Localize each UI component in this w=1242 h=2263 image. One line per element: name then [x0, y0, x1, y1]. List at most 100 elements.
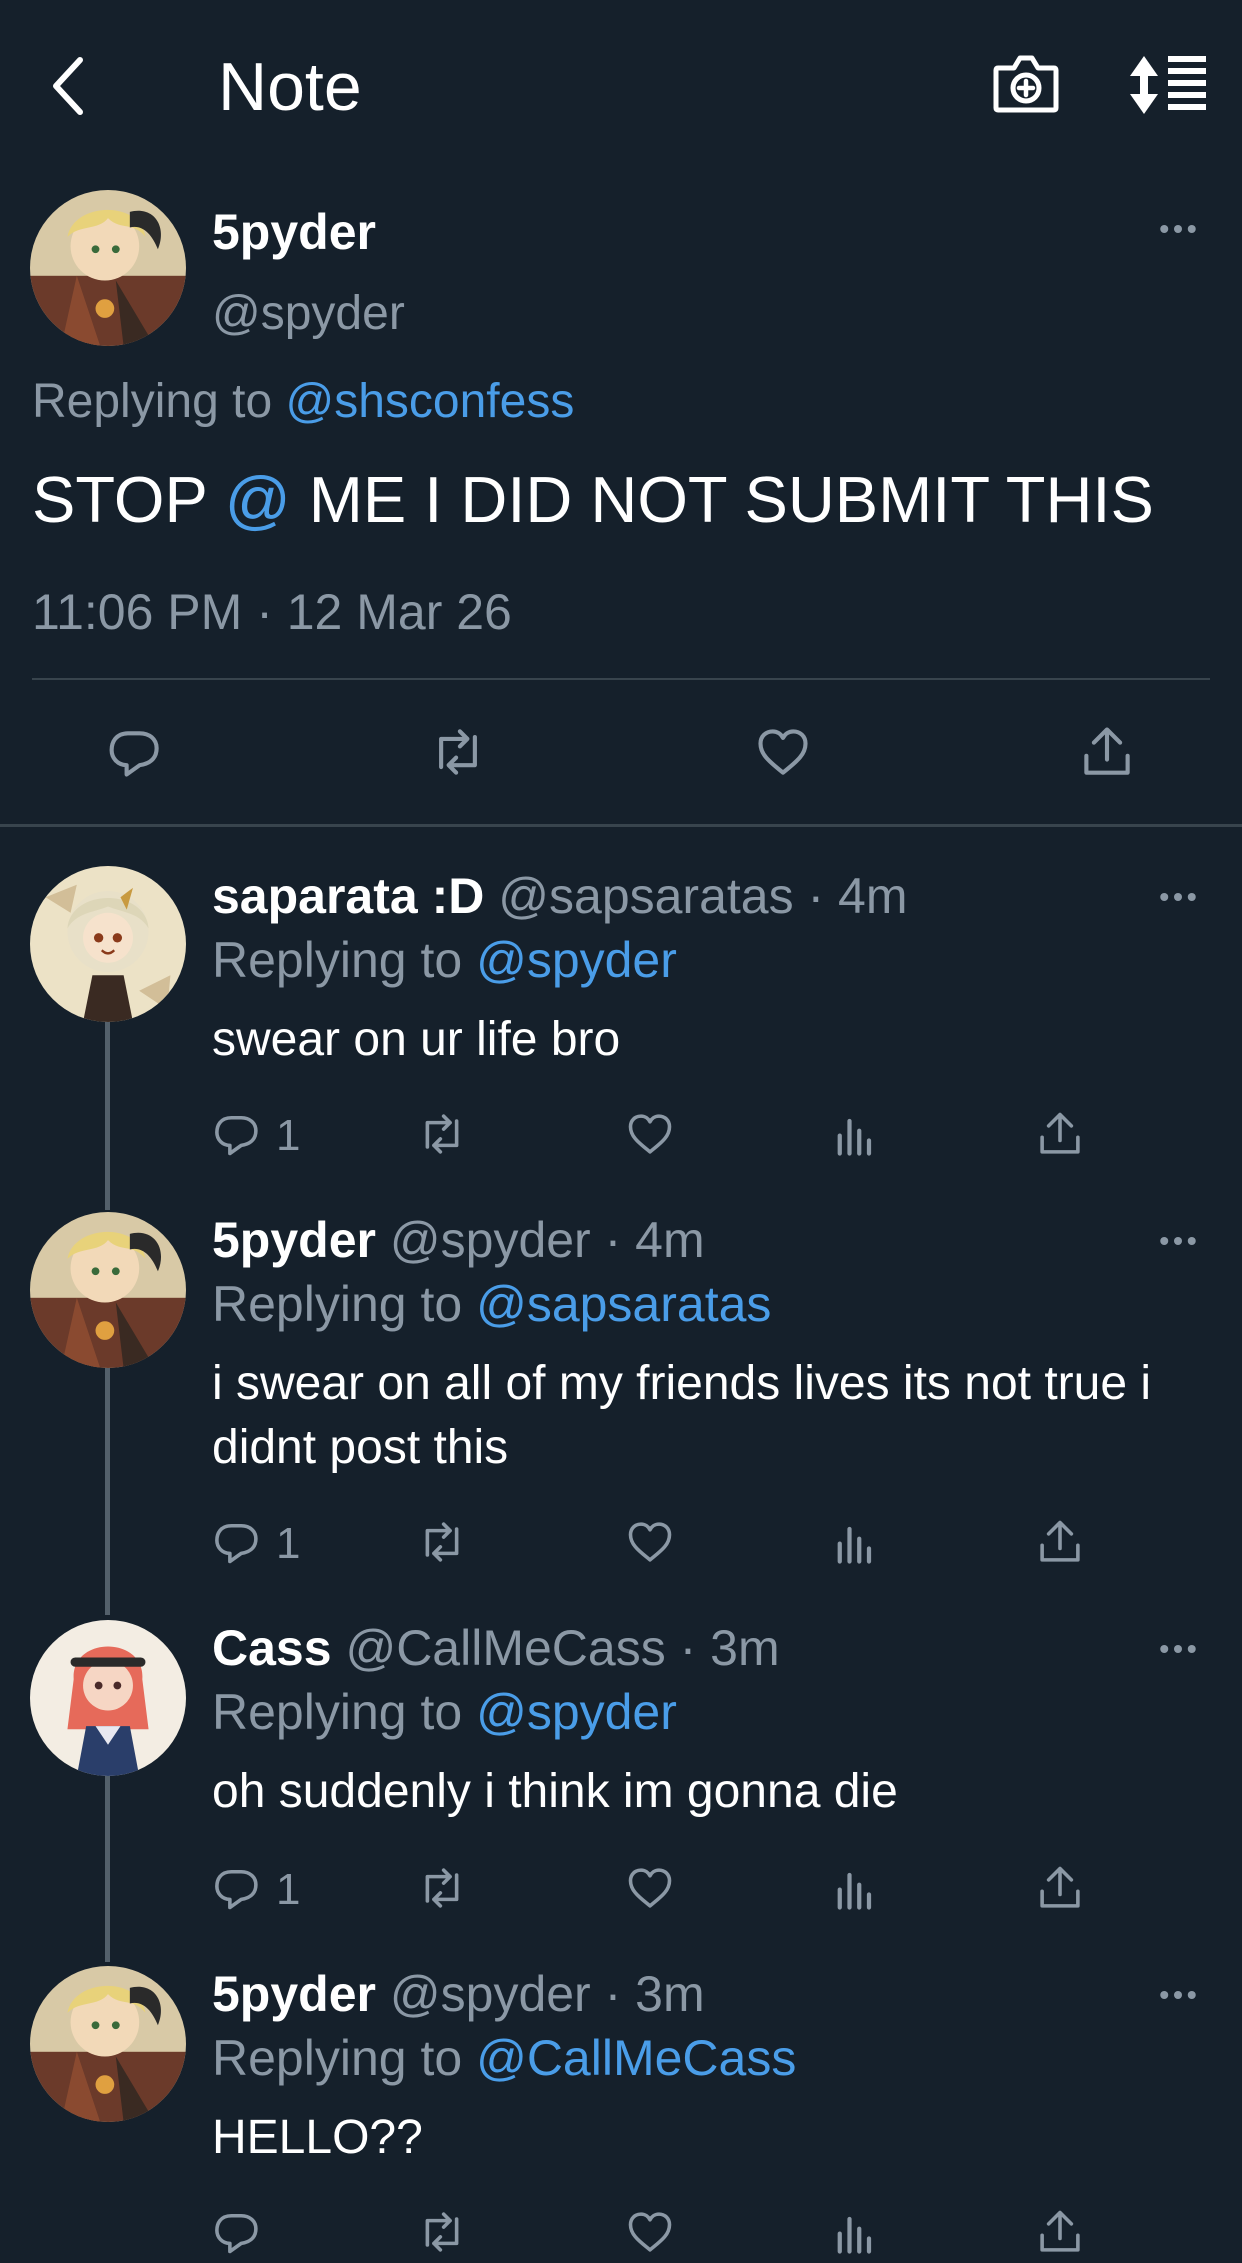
replying-to: Replying to @spyder: [212, 928, 677, 992]
more-options-button[interactable]: [1158, 222, 1198, 250]
retweet-icon: [425, 1522, 459, 1562]
retweet-button[interactable]: [416, 1516, 472, 1572]
reply-icon: [106, 722, 166, 782]
author-name[interactable]: 5pyder: [212, 1212, 376, 1268]
tweet-text-part: ME I DID NOT SUBMIT THIS: [308, 463, 1154, 536]
retweet-icon: [425, 1114, 459, 1154]
reply-button[interactable]: [212, 1108, 268, 1164]
reply-text: swear on ur life bro: [212, 1013, 621, 1066]
reply-icon: [215, 1523, 258, 1564]
reply-count: 1: [276, 1865, 301, 1914]
reply-count: 1: [276, 1111, 301, 1160]
like-button[interactable]: [624, 1862, 680, 1918]
heart-icon: [628, 2212, 672, 2252]
reply-header: 5pyder @spyder · 4m: [212, 1208, 705, 1272]
retweet-button[interactable]: [416, 1862, 472, 1918]
author-name[interactable]: saparata :D: [212, 868, 484, 924]
share-button[interactable]: [1077, 722, 1137, 782]
replying-to: Replying to @sapsaratas: [212, 1272, 771, 1336]
replying-to-link[interactable]: @spyder: [476, 1684, 677, 1740]
share-button[interactable]: [1034, 1862, 1090, 1918]
replying-to-link[interactable]: @CallMeCass: [476, 2030, 796, 2086]
more-options-button[interactable]: [1158, 1234, 1198, 1262]
author-name[interactable]: Cass: [212, 1620, 332, 1676]
tweet-text-part: STOP: [32, 463, 207, 536]
share-icon: [1077, 722, 1137, 782]
stats-icon: [830, 2206, 882, 2258]
more-options-button[interactable]: [1158, 890, 1198, 918]
like-button[interactable]: [624, 1516, 680, 1572]
author-handle[interactable]: @spyder: [390, 1966, 591, 2022]
chevron-left-icon: [53, 57, 83, 115]
like-button[interactable]: [624, 1108, 680, 1164]
reply-button[interactable]: [212, 1516, 268, 1572]
replying-to-link[interactable]: @spyder: [476, 932, 677, 988]
stats-icon: [830, 1108, 882, 1160]
reply-time: · 3m: [604, 1966, 705, 2022]
author-handle[interactable]: @spyder: [390, 1212, 591, 1268]
share-button[interactable]: [1034, 1108, 1090, 1164]
reply-text: oh suddenly i think im gonna die: [212, 1765, 898, 1818]
heart-icon: [628, 1114, 672, 1154]
stats-button[interactable]: [830, 1862, 886, 1918]
reply-button[interactable]: [212, 1862, 268, 1918]
share-icon: [1040, 2210, 1080, 2252]
sort-button[interactable]: [1130, 52, 1210, 118]
more-options-button[interactable]: [1158, 1642, 1198, 1670]
retweet-button[interactable]: [416, 2206, 472, 2262]
author-handle[interactable]: @sapsaratas: [498, 868, 793, 924]
share-button[interactable]: [1034, 2206, 1090, 2262]
tweet-text: STOP @ ME I DID NOT SUBMIT THIS: [32, 460, 1154, 540]
reply-count: 1: [276, 1519, 301, 1568]
reply-button[interactable]: [106, 722, 166, 782]
replying-to: Replying to @spyder: [212, 1680, 677, 1744]
retweet-button[interactable]: [416, 1108, 472, 1164]
replying-to-label: Replying to: [32, 375, 273, 428]
replying-to-label: Replying to: [212, 1276, 463, 1332]
replying-to-label: Replying to: [212, 2030, 463, 2086]
reply-header: Cass @CallMeCass · 3m: [212, 1616, 780, 1680]
reply-time: · 4m: [807, 868, 908, 924]
replying-to-link[interactable]: @shsconfess: [285, 375, 574, 428]
share-icon: [1040, 1520, 1080, 1562]
avatar[interactable]: [30, 1620, 186, 1776]
more-icon: [1160, 225, 1196, 233]
reply-time: · 3m: [679, 1620, 780, 1676]
more-icon: [1160, 893, 1196, 901]
camera-button[interactable]: [990, 48, 1062, 120]
share-icon: [1040, 1112, 1080, 1154]
reply-icon: [215, 1115, 258, 1156]
reply-button[interactable]: [212, 2206, 268, 2262]
like-button[interactable]: [753, 722, 813, 782]
stats-button[interactable]: [830, 1516, 886, 1572]
more-icon: [1160, 1991, 1196, 1999]
avatar[interactable]: [30, 866, 186, 1022]
more-options-button[interactable]: [1158, 1988, 1198, 2016]
share-button[interactable]: [1034, 1516, 1090, 1572]
author-name[interactable]: 5pyder: [212, 1966, 376, 2022]
camera-plus-icon: [993, 55, 1059, 113]
avatar[interactable]: [30, 1212, 186, 1368]
back-button[interactable]: [38, 48, 98, 124]
replying-to-label: Replying to: [212, 1684, 463, 1740]
retweet-icon: [425, 1868, 459, 1908]
stats-button[interactable]: [830, 2206, 886, 2262]
avatar[interactable]: [30, 190, 186, 346]
retweet-button[interactable]: [428, 722, 488, 782]
divider: [0, 824, 1242, 827]
heart-icon: [753, 722, 813, 782]
author-handle[interactable]: @CallMeCass: [345, 1620, 665, 1676]
stats-button[interactable]: [830, 1108, 886, 1164]
reply-text: HELLO??: [212, 2111, 423, 2164]
author-name[interactable]: 5pyder: [212, 200, 376, 264]
page-title: Note: [218, 49, 362, 125]
avatar[interactable]: [30, 1966, 186, 2122]
stats-icon: [830, 1862, 882, 1914]
thread-line: [105, 1365, 110, 1615]
divider: [32, 678, 1210, 680]
reply-text: i swear on all of my friends lives its n…: [212, 1357, 1152, 1474]
like-button[interactable]: [624, 2206, 680, 2262]
author-handle[interactable]: @spyder: [212, 284, 405, 344]
replying-to-link[interactable]: @sapsaratas: [476, 1276, 771, 1332]
tweet-mention-link[interactable]: @: [225, 463, 291, 536]
